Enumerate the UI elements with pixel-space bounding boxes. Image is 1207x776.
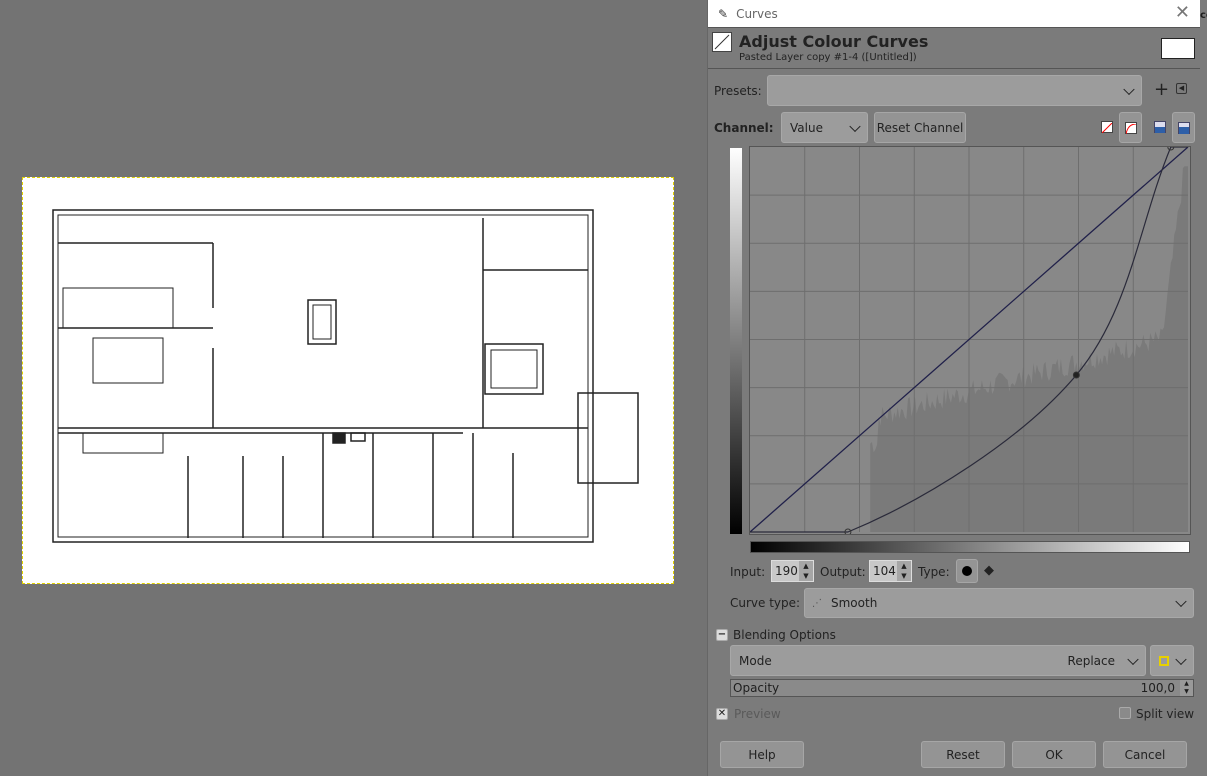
composite-mode-dropdown[interactable]: [1150, 645, 1194, 676]
opacity-label: Opacity: [733, 681, 780, 695]
opacity-slider[interactable]: Opacity 100,0 ▲ ▼: [730, 679, 1194, 697]
curve-type-label: Curve type:: [730, 596, 801, 610]
mode-value: Replace: [1067, 653, 1115, 668]
floor-plan-image: [52, 209, 639, 543]
add-preset-icon[interactable]: +: [1154, 79, 1169, 100]
title-bar: ✎ Curves ✕: [708, 0, 1200, 27]
curve-type-value: Smooth: [831, 596, 878, 610]
presets-label: Presets:: [714, 84, 762, 98]
edge-text: co: [1200, 10, 1207, 21]
help-button[interactable]: Help: [720, 741, 804, 768]
curves-icon: [712, 32, 732, 52]
cancel-button[interactable]: Cancel: [1103, 741, 1187, 768]
spinner-arrows-icon[interactable]: ▲ ▼: [799, 561, 813, 581]
corner-point-icon[interactable]: ◆: [984, 563, 994, 578]
preview-label: Preview: [734, 707, 781, 721]
spinner-arrows-icon[interactable]: ▲ ▼: [1180, 680, 1193, 696]
preset-menu-icon[interactable]: ◀: [1176, 83, 1187, 94]
input-gradient-bar: [750, 541, 1190, 553]
opacity-value: 100,0: [1140, 681, 1175, 695]
linear-histogram-icon[interactable]: [1101, 121, 1113, 134]
curve-control-point[interactable]: [1072, 371, 1080, 379]
histogram-icon: [1177, 121, 1190, 134]
dialog-subheading: Pasted Layer copy #1-4 ([Untitled]): [739, 52, 917, 63]
chevron-down-icon: [1127, 653, 1139, 665]
output-label: Output:: [820, 565, 866, 579]
log-histogram-button[interactable]: [1119, 112, 1142, 143]
chevron-down-icon: [1175, 653, 1187, 665]
histogram-view-icon[interactable]: [1154, 121, 1166, 133]
output-spinner[interactable]: 104 ▲ ▼: [869, 560, 912, 582]
layer-thumbnail: [1161, 38, 1195, 59]
chevron-down-icon: [1123, 83, 1135, 95]
dialog-heading: Adjust Colour Curves: [739, 32, 929, 51]
mode-label: Mode: [739, 653, 772, 668]
output-value: 104: [873, 564, 896, 578]
window-title: Curves: [736, 6, 778, 21]
image-canvas[interactable]: [22, 177, 674, 584]
channel-label: Channel:: [714, 121, 774, 135]
output-gradient-bar: [730, 148, 742, 534]
input-value: 190: [775, 564, 798, 578]
circle-point-icon: [962, 566, 972, 576]
preview-checkbox[interactable]: ✕: [716, 708, 728, 720]
spinner-arrows-icon[interactable]: ▲ ▼: [897, 561, 911, 581]
composite-icon: [1159, 655, 1169, 666]
channel-value: Value: [790, 120, 823, 135]
presets-dropdown[interactable]: [767, 75, 1142, 106]
curve-editor[interactable]: [749, 143, 1191, 536]
curve-type-dropdown[interactable]: ⋰ Smooth: [804, 588, 1194, 618]
type-label: Type:: [918, 565, 950, 579]
split-view-label: Split view: [1136, 707, 1195, 721]
ok-button[interactable]: OK: [1012, 741, 1096, 768]
background-window-edge: co: [1200, 0, 1207, 776]
dialog-header: Adjust Colour Curves Pasted Layer copy #…: [708, 27, 1201, 69]
reset-channel-button[interactable]: Reset Channel: [874, 112, 966, 143]
input-spinner[interactable]: 190 ▲ ▼: [771, 560, 814, 582]
log-histogram-icon: [1124, 121, 1137, 134]
close-icon[interactable]: ✕: [1175, 2, 1190, 23]
histogram: [870, 166, 1188, 532]
mode-dropdown[interactable]: Mode Replace: [730, 645, 1146, 676]
smooth-point-button[interactable]: [956, 559, 978, 583]
curves-dialog: ✎ Curves ✕ Adjust Colour Curves Pasted L…: [707, 0, 1201, 776]
collapse-icon[interactable]: −: [716, 629, 728, 641]
curve-graph[interactable]: [749, 143, 1190, 536]
reset-button[interactable]: Reset: [921, 741, 1005, 768]
channel-dropdown[interactable]: Value: [781, 112, 868, 143]
gimp-icon: ✎: [718, 6, 729, 21]
smooth-curve-icon: ⋰: [812, 597, 822, 609]
input-label: Input:: [730, 565, 766, 579]
histogram-view-button-active[interactable]: [1172, 112, 1195, 143]
chevron-down-icon: [849, 120, 861, 132]
blending-options-label[interactable]: Blending Options: [733, 628, 836, 642]
split-view-checkbox[interactable]: [1119, 707, 1131, 719]
chevron-down-icon: [1175, 595, 1187, 608]
